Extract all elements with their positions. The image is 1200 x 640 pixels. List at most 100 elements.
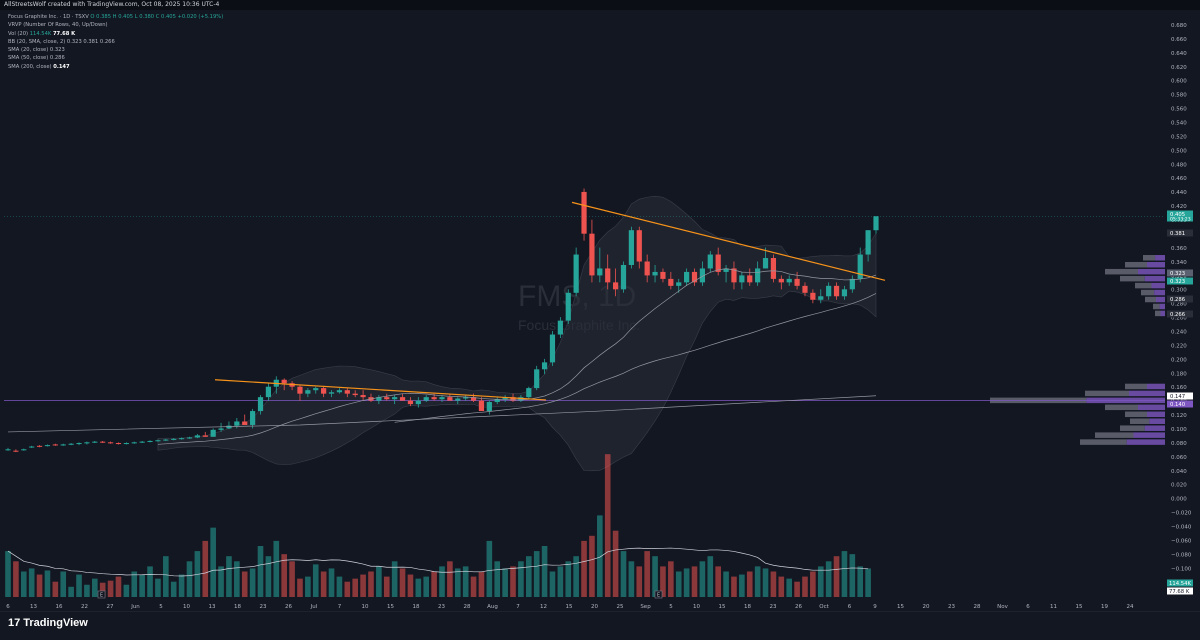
x-axis-tick: 5 — [669, 604, 673, 610]
x-axis-tick: 5 — [159, 604, 163, 610]
volume-bar — [107, 580, 114, 597]
volume-bar — [486, 540, 493, 597]
volume-bar — [84, 584, 90, 597]
candle-body — [455, 398, 461, 401]
x-axis-tick: Aug — [487, 604, 498, 610]
candle-body — [179, 438, 185, 440]
x-axis-tick: 24 — [1127, 604, 1134, 610]
candle-body — [439, 397, 445, 400]
y-axis-tick: −0.020 — [1171, 511, 1192, 517]
volume-bar — [833, 556, 840, 597]
candle-body — [857, 254, 863, 279]
candle-body — [660, 271, 666, 279]
candle-body — [336, 390, 343, 393]
volume-bar — [344, 581, 351, 597]
volume-bar — [92, 578, 98, 597]
volume-bar — [249, 568, 256, 597]
legend-sma50[interactable]: SMA (50, close) 0.286 — [8, 54, 223, 62]
x-axis-tick: 23 — [260, 604, 267, 610]
candle-body — [486, 402, 492, 412]
candle-body — [833, 285, 840, 297]
legend-vrvp[interactable]: VRVP (Number Of Rows, 40, Up/Down) — [8, 21, 223, 29]
x-axis-tick: Nov — [997, 604, 1008, 610]
volume-bar — [305, 576, 311, 597]
legend-volume-row[interactable]: Vol (20) 114.54K 77.68 K — [8, 30, 223, 38]
volume-bar — [533, 551, 540, 597]
candle-body — [431, 397, 437, 400]
y-axis-tick: 0.560 — [1171, 107, 1187, 113]
y-axis-tick: 0.640 — [1171, 51, 1187, 57]
volume-bar — [849, 554, 856, 597]
legend-bb[interactable]: BB (20, SMA, close, 2) 0.323 0.381 0.266 — [8, 38, 223, 46]
volume-bar — [857, 566, 864, 597]
legend-sma200-label: SMA (200, close) — [8, 63, 52, 70]
y-axis-tick: 0.240 — [1171, 329, 1187, 335]
candle-body — [76, 443, 82, 445]
volume-bar — [675, 571, 682, 597]
volume-bar — [289, 561, 295, 597]
x-axis-tick: 20 — [923, 604, 930, 610]
vrvp-bar-down — [1120, 425, 1145, 431]
y-axis-tick: 0.620 — [1171, 65, 1187, 71]
volume-bar — [589, 535, 595, 597]
vrvp-bar-down — [1120, 275, 1145, 282]
x-axis-tick: 10 — [693, 604, 700, 610]
candle-body — [399, 397, 406, 401]
candle-body — [423, 397, 429, 401]
legend-sma200-row[interactable]: SMA (200, close) 0.147 — [8, 63, 223, 71]
legend-title-row[interactable]: Focus Graphite Inc. · 1D · TSXV O 0.385 … — [8, 13, 223, 21]
volume-bar — [636, 566, 643, 597]
y-axis-tick: 0.500 — [1171, 148, 1187, 154]
candle-body — [644, 261, 650, 276]
legend-ohlc: O 0.385 H 0.405 L 0.380 C 0.405 +0.020 (… — [90, 14, 224, 20]
x-axis-tick: 27 — [107, 604, 114, 610]
legend-sma20[interactable]: SMA (20, close) 0.323 — [8, 46, 223, 54]
volume-bar — [52, 581, 59, 597]
tradingview-logo[interactable]: 17 TradingView — [8, 617, 88, 629]
legend-vol-values: 114.54K — [29, 30, 52, 37]
volume-bar — [241, 571, 248, 597]
volume-bar — [510, 566, 516, 597]
y-axis-tick: 0.300 — [1171, 288, 1187, 294]
volume-bar — [234, 561, 240, 597]
candle-body — [534, 369, 540, 389]
volume-bar — [202, 540, 209, 597]
x-axis-tick: 13 — [30, 604, 37, 610]
candle-body — [257, 397, 264, 412]
volume-bar — [257, 546, 264, 597]
x-axis-tick: 18 — [744, 604, 751, 610]
candle-body — [794, 278, 800, 286]
candle-body — [589, 233, 595, 276]
candle-body — [865, 230, 871, 255]
volume-bar — [494, 561, 501, 597]
vrvp-bar-up — [1159, 303, 1165, 310]
volume-bar — [683, 568, 690, 597]
candle-body — [328, 392, 335, 394]
x-axis-tick: Jun — [130, 604, 140, 610]
y-axis-tick: 0.080 — [1171, 441, 1187, 447]
candle-body — [526, 388, 532, 398]
volume-bar — [478, 571, 485, 597]
y-axis-tick: 0.180 — [1171, 371, 1187, 377]
y-axis-tick: 0.340 — [1171, 260, 1187, 266]
volume-bar — [123, 584, 130, 597]
volume-bar — [163, 556, 169, 597]
price-chart[interactable]: 0.680 0.660 0.640 0.620 0.600 0.580 0.560 0.540… — [0, 0, 1200, 639]
header-caption: AllStreetsWolf created with TradingView.… — [4, 1, 220, 8]
candle-body — [810, 292, 816, 300]
x-axis-tick: Sep — [640, 604, 651, 610]
vrvp-bar-down — [1105, 268, 1138, 275]
x-axis-tick: 7 — [338, 604, 342, 610]
candle-body — [155, 440, 161, 442]
candle-body — [352, 393, 358, 396]
volume-bar — [28, 568, 35, 597]
candle-body — [392, 397, 398, 400]
candle-body — [407, 400, 414, 405]
price-label: 0.381 — [1170, 231, 1185, 237]
volume-bar — [391, 561, 398, 597]
y-axis-tick: 0.060 — [1171, 455, 1187, 461]
vrvp-bar-down — [1153, 303, 1160, 310]
candle-body — [36, 445, 43, 447]
volume-bar — [581, 540, 587, 597]
volume-bar — [604, 454, 611, 597]
